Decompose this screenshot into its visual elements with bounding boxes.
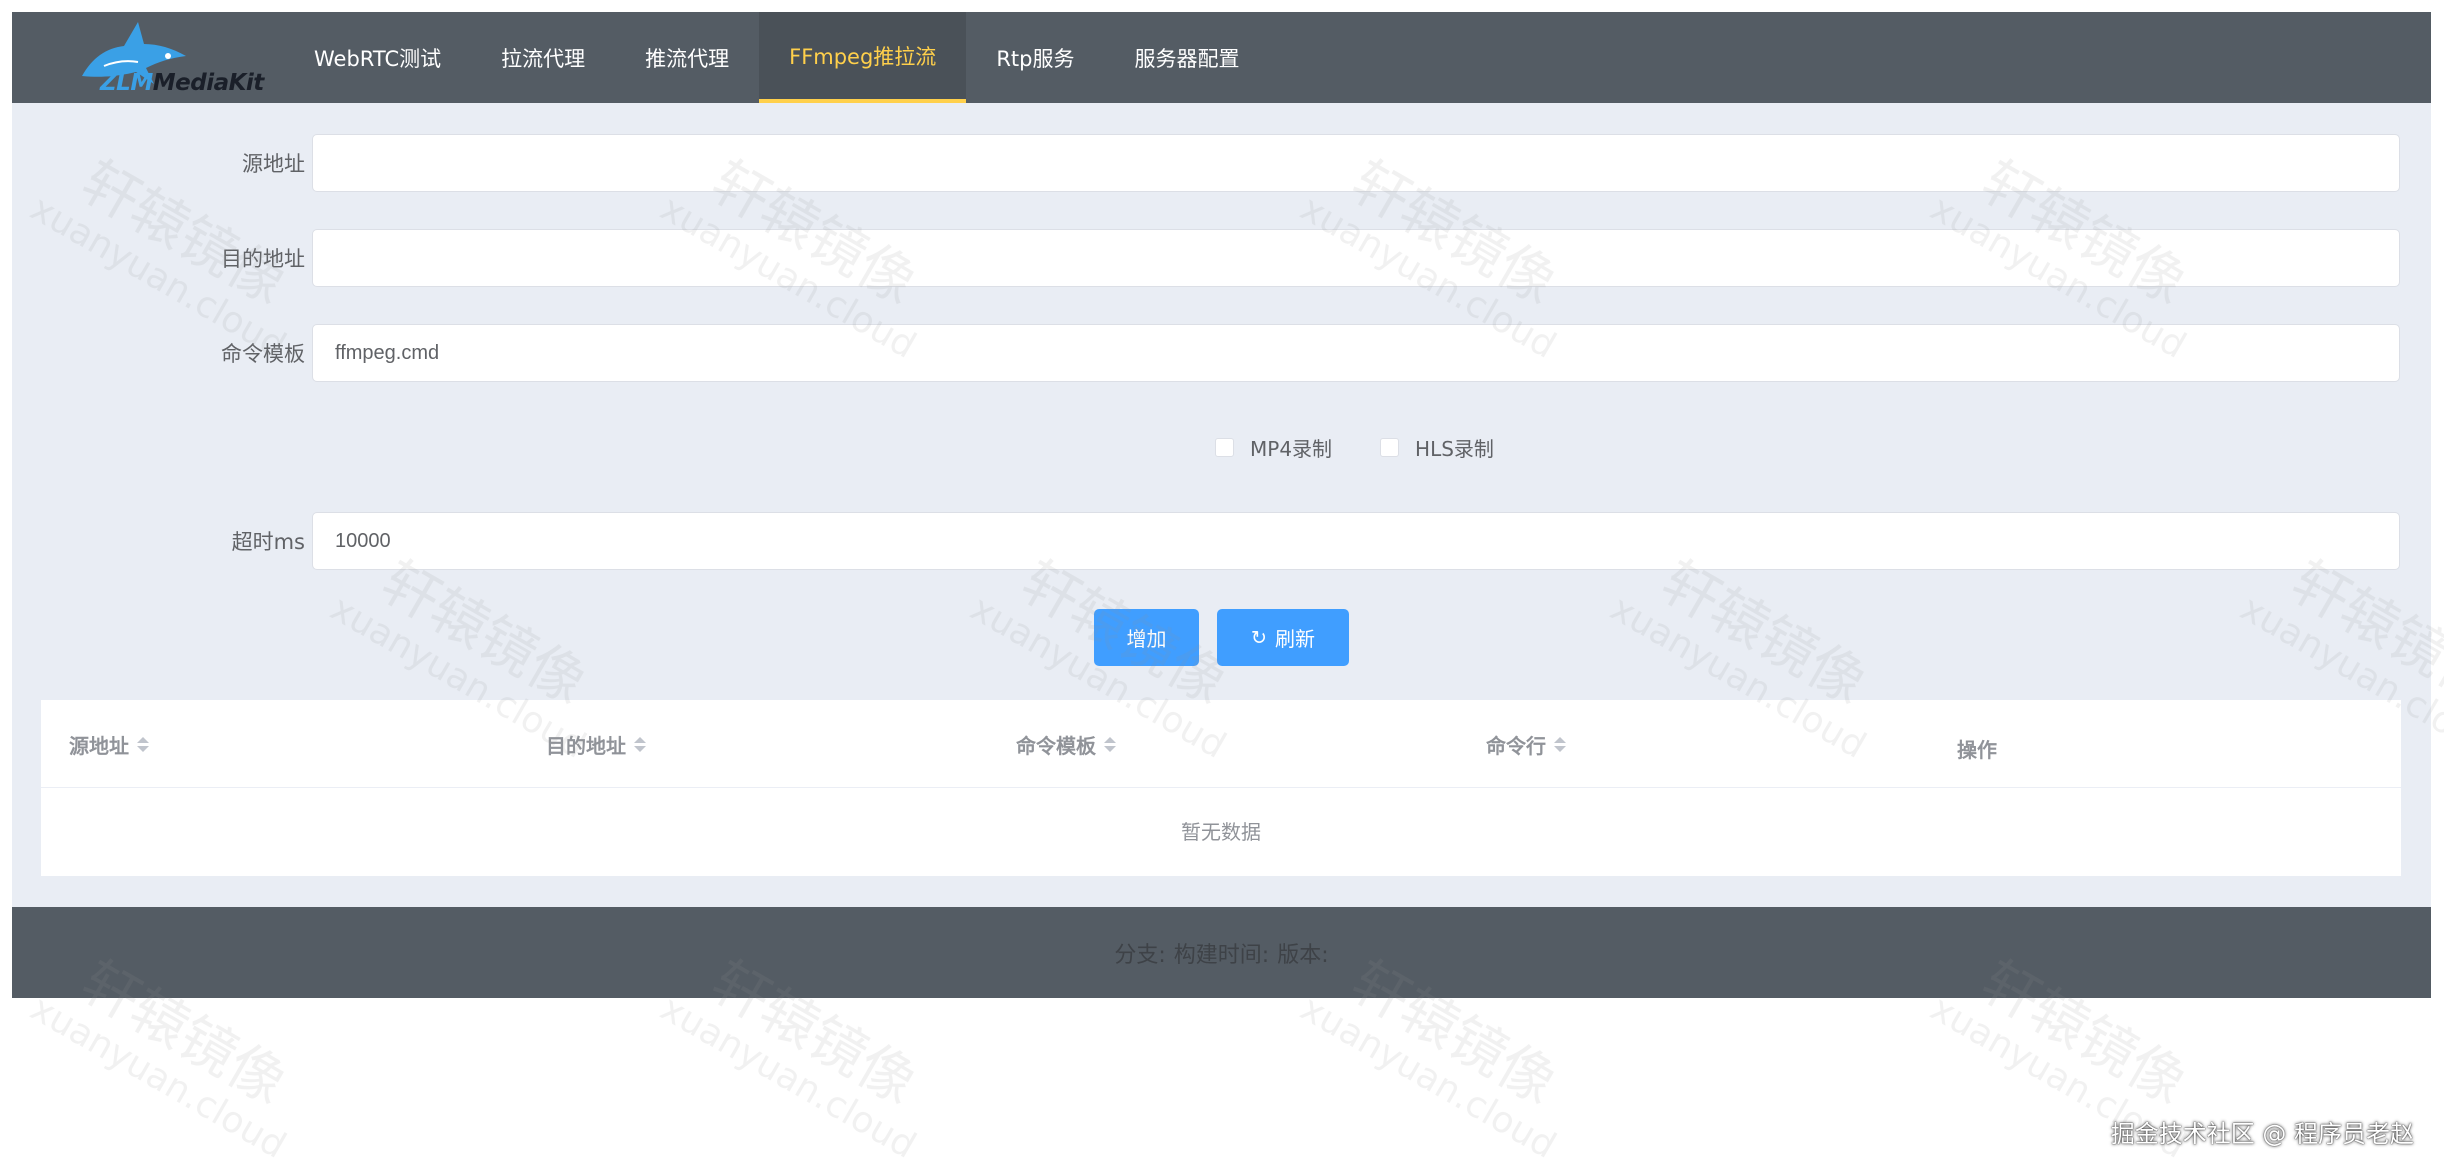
- column-header-cmd-template[interactable]: 命令模板: [1016, 700, 1116, 788]
- refresh-button[interactable]: ↻ 刷新: [1217, 609, 1349, 666]
- footer-branch: 分支:: [1114, 942, 1166, 968]
- timeout-label: 超时ms: [231, 530, 305, 554]
- sort-icon[interactable]: [1104, 736, 1116, 752]
- app-frame: ZLMMediaKit WebRTC测试 拉流代理 推流代理 FFmpeg推拉流…: [12, 12, 2431, 998]
- column-header-label: 命令模板: [1016, 733, 1096, 758]
- form-row-timeout: 超时ms: [12, 512, 2431, 572]
- column-header-source[interactable]: 源地址: [69, 700, 149, 788]
- column-header-actions: 操作: [1957, 737, 1997, 762]
- footer-build-time: 构建时间:: [1173, 942, 1270, 968]
- form-row-cmd: 命令模板: [12, 324, 2431, 384]
- cmd-template-label: 命令模板: [221, 342, 305, 366]
- main-nav: WebRTC测试 拉流代理 推流代理 FFmpeg推拉流 Rtp服务 服务器配置: [284, 12, 1269, 103]
- dest-input[interactable]: [312, 229, 2400, 287]
- mp4-checkbox-box[interactable]: [1215, 437, 1234, 457]
- footer-bar: 分支: 构建时间: 版本:: [12, 907, 2431, 998]
- refresh-icon: ↻: [1251, 626, 1267, 649]
- column-header-cmdline[interactable]: 命令行: [1486, 700, 1566, 788]
- dest-label: 目的地址: [221, 247, 305, 271]
- sort-icon[interactable]: [137, 736, 149, 752]
- nav-item-ffmpeg[interactable]: FFmpeg推拉流: [759, 12, 967, 103]
- sort-icon[interactable]: [634, 736, 646, 752]
- hls-record-checkbox[interactable]: HLS录制: [1380, 433, 1494, 462]
- footer-version: 版本:: [1277, 942, 1329, 968]
- source-input[interactable]: [312, 134, 2400, 192]
- table-empty-text: 暂无数据: [1181, 820, 1261, 844]
- form-row-dest: 目的地址: [12, 229, 2431, 289]
- hls-record-label: HLS录制: [1415, 436, 1494, 461]
- mp4-record-checkbox[interactable]: MP4录制: [1215, 433, 1332, 462]
- refresh-label: 刷新: [1274, 627, 1315, 651]
- column-header-label: 目的地址: [546, 733, 626, 758]
- sort-icon[interactable]: [1554, 736, 1566, 752]
- nav-item-server-config[interactable]: 服务器配置: [1104, 12, 1269, 103]
- hls-checkbox-box[interactable]: [1380, 437, 1400, 457]
- top-navbar: ZLMMediaKit WebRTC测试 拉流代理 推流代理 FFmpeg推拉流…: [12, 12, 2431, 103]
- column-header-dest[interactable]: 目的地址: [546, 700, 646, 788]
- nav-item-push-proxy[interactable]: 推流代理: [615, 12, 759, 103]
- column-header-label: 命令行: [1486, 733, 1546, 758]
- table-header: 源地址 目的地址 命令模板 命令行 操作: [41, 700, 2401, 788]
- ffmpeg-table: 源地址 目的地址 命令模板 命令行 操作 暂无数据: [41, 700, 2401, 876]
- logo-text: ZLMMediaKit: [100, 70, 264, 96]
- nav-item-webrtc[interactable]: WebRTC测试: [284, 12, 471, 103]
- source-credit: 掘金技术社区 @ 程序员老赵: [2110, 1120, 2414, 1148]
- form-row-source: 源地址: [12, 134, 2431, 194]
- source-label: 源地址: [242, 152, 305, 176]
- cmd-template-input[interactable]: [312, 324, 2400, 382]
- record-options: MP4录制 HLS录制: [1215, 432, 1542, 462]
- mp4-record-label: MP4录制: [1250, 436, 1333, 461]
- zlmediakit-logo[interactable]: ZLMMediaKit: [74, 18, 264, 102]
- timeout-input[interactable]: [312, 512, 2400, 570]
- nav-item-rtp[interactable]: Rtp服务: [966, 12, 1104, 103]
- column-header-label: 源地址: [69, 733, 129, 758]
- page: ZLMMediaKit WebRTC测试 拉流代理 推流代理 FFmpeg推拉流…: [0, 0, 2444, 1175]
- nav-item-pull-proxy[interactable]: 拉流代理: [471, 12, 615, 103]
- add-button[interactable]: 增加: [1094, 609, 1199, 666]
